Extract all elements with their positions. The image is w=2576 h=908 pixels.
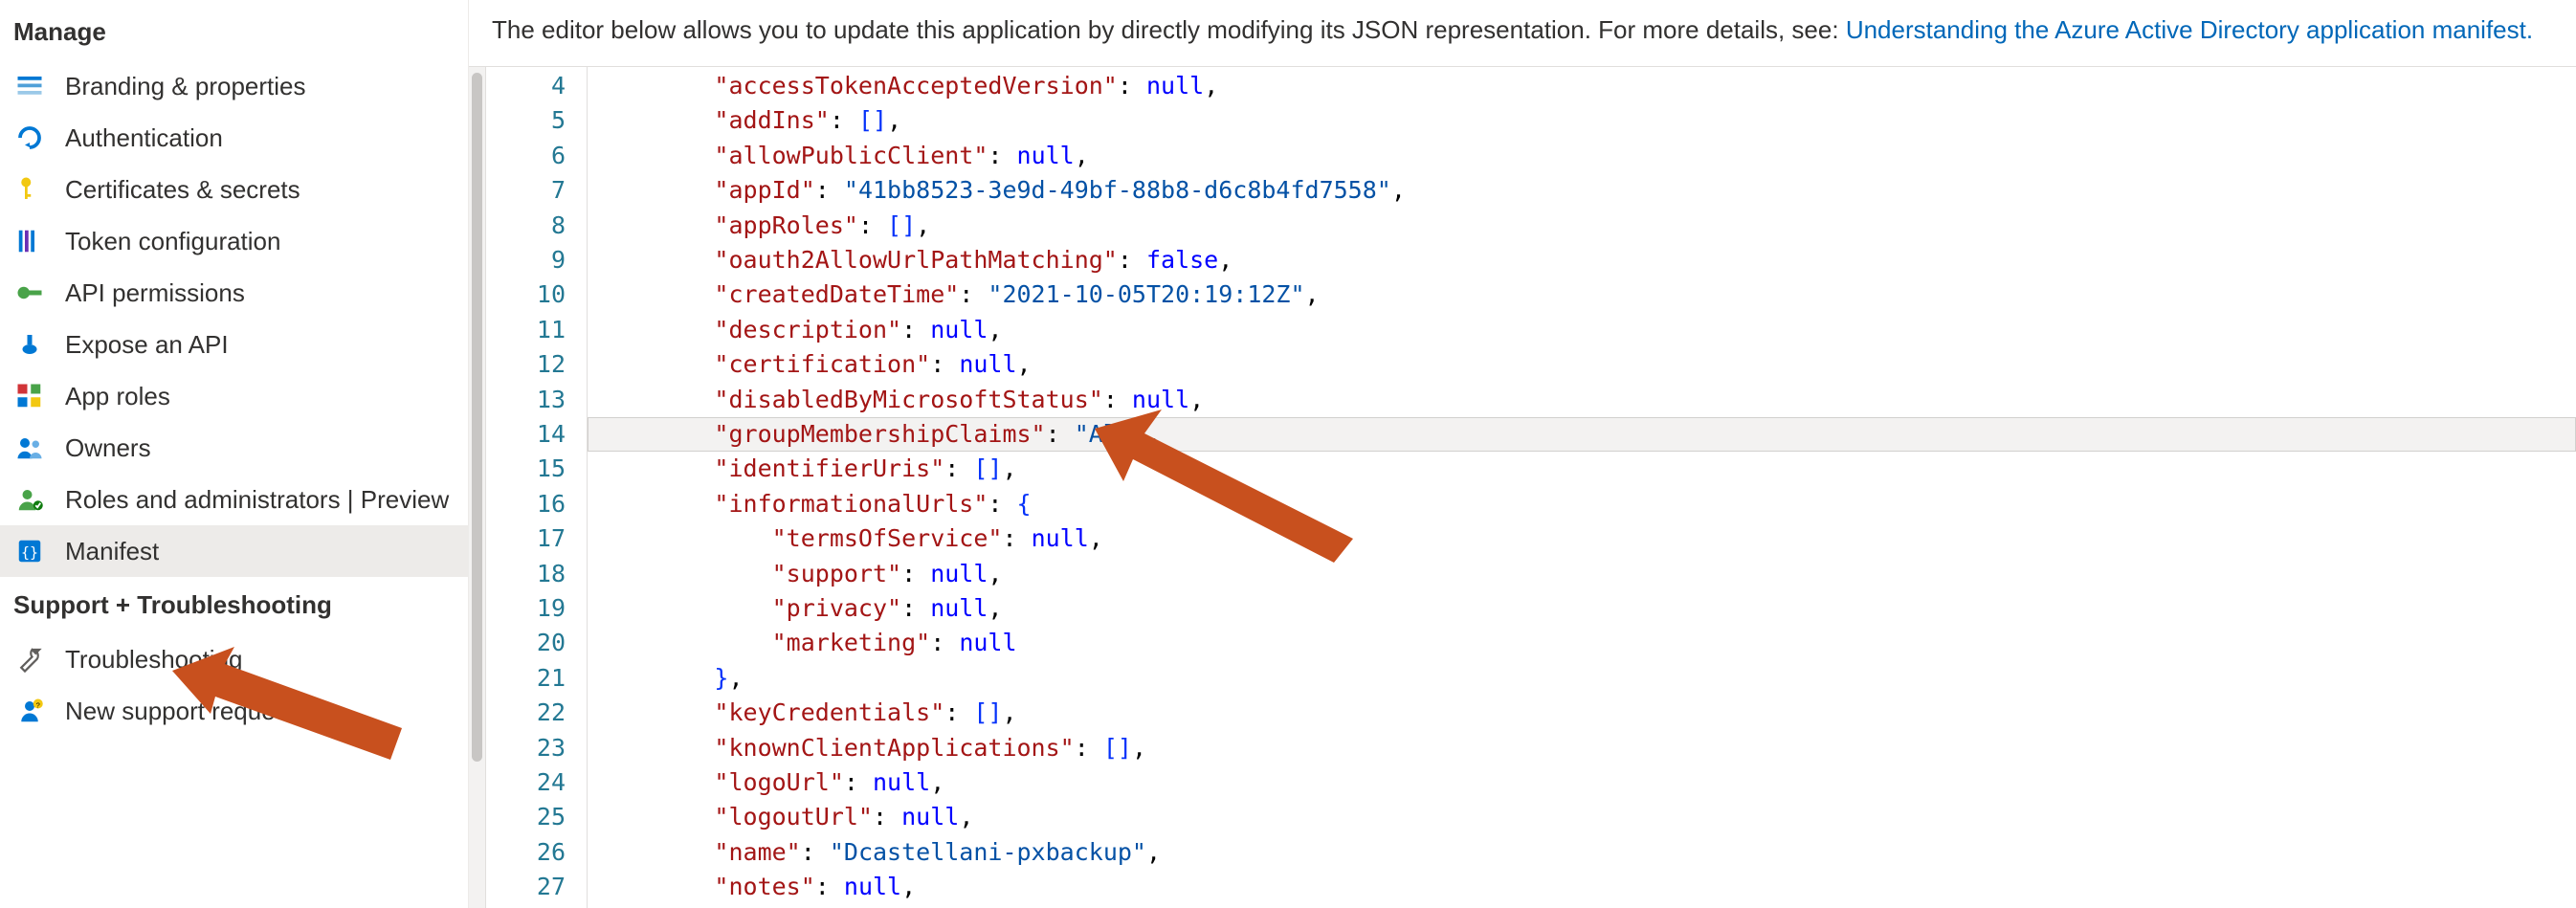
support-request-icon: ? — [13, 695, 46, 727]
sidebar-item-label: Troubleshooting — [65, 644, 455, 675]
info-text: The editor below allows you to update th… — [492, 15, 1846, 44]
code-line[interactable]: "logoutUrl": null, — [588, 800, 2576, 834]
code-line[interactable]: "name": "Dcastellani-pxbackup", — [588, 835, 2576, 870]
code-line[interactable]: "addIns": [], — [588, 103, 2576, 138]
code-line[interactable]: "accessTokenAcceptedVersion": null, — [588, 69, 2576, 103]
code-line[interactable]: "identifierUris": [], — [588, 452, 2576, 486]
line-number: 5 — [486, 103, 587, 138]
line-number: 6 — [486, 139, 587, 173]
line-number: 18 — [486, 557, 587, 591]
sidebar-item-label: Authentication — [65, 122, 455, 154]
token-config-icon — [13, 225, 46, 257]
manifest-icon: {} — [13, 535, 46, 567]
line-number: 26 — [486, 835, 587, 870]
code-line[interactable]: "oauth2AllowUrlPathMatching": false, — [588, 243, 2576, 277]
key-icon — [13, 173, 46, 206]
sidebar-item-label: API permissions — [65, 277, 455, 309]
line-number: 12 — [486, 347, 587, 382]
line-number: 21 — [486, 661, 587, 696]
code-line[interactable]: "groupMembershipClaims": "All", — [588, 417, 2576, 452]
code-line[interactable]: "informationalUrls": { — [588, 487, 2576, 521]
sidebar-item-manifest[interactable]: {} Manifest — [0, 525, 468, 577]
code-line[interactable]: "logoUrl": null, — [588, 765, 2576, 800]
authentication-icon — [13, 122, 46, 154]
manifest-editor[interactable]: 4567891011121314151617181920212223242526… — [469, 66, 2576, 908]
app-roles-icon — [13, 380, 46, 412]
editor-gutter: 4567891011121314151617181920212223242526… — [486, 67, 588, 908]
line-number: 25 — [486, 800, 587, 834]
editor-scrollbar[interactable] — [469, 67, 486, 908]
line-number: 9 — [486, 243, 587, 277]
sidebar-item-owners[interactable]: Owners — [0, 422, 468, 474]
line-number: 15 — [486, 452, 587, 486]
sidebar-item-api-permissions[interactable]: API permissions — [0, 267, 468, 319]
line-number: 11 — [486, 313, 587, 347]
code-line[interactable]: "privacy": null, — [588, 591, 2576, 626]
code-line[interactable]: "marketing": null — [588, 626, 2576, 660]
code-line[interactable]: "knownClientApplications": [], — [588, 731, 2576, 765]
sidebar-section-support-title: Support + Troubleshooting — [0, 577, 468, 633]
line-number: 19 — [486, 591, 587, 626]
line-number: 24 — [486, 765, 587, 800]
line-number: 14 — [486, 417, 587, 452]
sidebar-item-label: Branding & properties — [65, 71, 455, 102]
line-number: 20 — [486, 626, 587, 660]
line-number: 23 — [486, 731, 587, 765]
sidebar: Manage Branding & properties Authenticat… — [0, 0, 469, 908]
sidebar-item-label: Expose an API — [65, 329, 455, 361]
line-number: 4 — [486, 69, 587, 103]
sidebar-item-app-roles[interactable]: App roles — [0, 370, 468, 422]
sidebar-item-label: New support request — [65, 696, 455, 727]
sidebar-item-label: Certificates & secrets — [65, 174, 455, 206]
line-number: 7 — [486, 173, 587, 208]
code-line[interactable]: "keyCredentials": [], — [588, 696, 2576, 730]
api-permissions-icon — [13, 277, 46, 309]
sidebar-item-troubleshooting[interactable]: Troubleshooting — [0, 633, 468, 685]
sidebar-item-token-configuration[interactable]: Token configuration — [0, 215, 468, 267]
sidebar-item-new-support-request[interactable]: ? New support request — [0, 685, 468, 737]
scrollbar-thumb[interactable] — [472, 73, 482, 762]
sidebar-item-expose-api[interactable]: Expose an API — [0, 319, 468, 370]
info-bar: The editor below allows you to update th… — [469, 0, 2576, 66]
main-content: The editor below allows you to update th… — [469, 0, 2576, 908]
sidebar-item-branding[interactable]: Branding & properties — [0, 60, 468, 112]
expose-api-icon — [13, 328, 46, 361]
line-number: 8 — [486, 209, 587, 243]
code-line[interactable]: "description": null, — [588, 313, 2576, 347]
editor-code-area[interactable]: "accessTokenAcceptedVersion": null, "add… — [588, 67, 2576, 908]
line-number: 16 — [486, 487, 587, 521]
sidebar-item-label: Roles and administrators | Preview — [65, 484, 455, 516]
sidebar-item-certificates-secrets[interactable]: Certificates & secrets — [0, 164, 468, 215]
owners-icon — [13, 432, 46, 464]
code-line[interactable]: "termsOfService": null, — [588, 521, 2576, 556]
sidebar-item-roles-admin-preview[interactable]: Roles and administrators | Preview — [0, 474, 468, 525]
code-line[interactable]: "certification": null, — [588, 347, 2576, 382]
svg-text:?: ? — [36, 700, 40, 709]
sidebar-section-manage-title: Manage — [0, 4, 468, 60]
info-link[interactable]: Understanding the Azure Active Directory… — [1846, 15, 2533, 44]
sidebar-item-label: Owners — [65, 432, 455, 464]
code-line[interactable]: "support": null, — [588, 557, 2576, 591]
sidebar-item-label: App roles — [65, 381, 455, 412]
line-number: 22 — [486, 696, 587, 730]
code-line[interactable]: "createdDateTime": "2021-10-05T20:19:12Z… — [588, 277, 2576, 312]
sidebar-item-authentication[interactable]: Authentication — [0, 112, 468, 164]
code-line[interactable]: "appId": "41bb8523-3e9d-49bf-88b8-d6c8b4… — [588, 173, 2576, 208]
line-number: 10 — [486, 277, 587, 312]
sidebar-item-label: Manifest — [65, 536, 455, 567]
code-line[interactable]: "allowPublicClient": null, — [588, 139, 2576, 173]
line-number: 27 — [486, 870, 587, 904]
sidebar-item-label: Token configuration — [65, 226, 455, 257]
code-line[interactable]: "appRoles": [], — [588, 209, 2576, 243]
code-line[interactable]: "notes": null, — [588, 870, 2576, 904]
wrench-icon — [13, 643, 46, 675]
line-number: 13 — [486, 383, 587, 417]
svg-text:{}: {} — [21, 543, 38, 561]
branding-icon — [13, 70, 46, 102]
line-number: 17 — [486, 521, 587, 556]
code-line[interactable]: }, — [588, 661, 2576, 696]
roles-admin-icon — [13, 483, 46, 516]
code-line[interactable]: "disabledByMicrosoftStatus": null, — [588, 383, 2576, 417]
